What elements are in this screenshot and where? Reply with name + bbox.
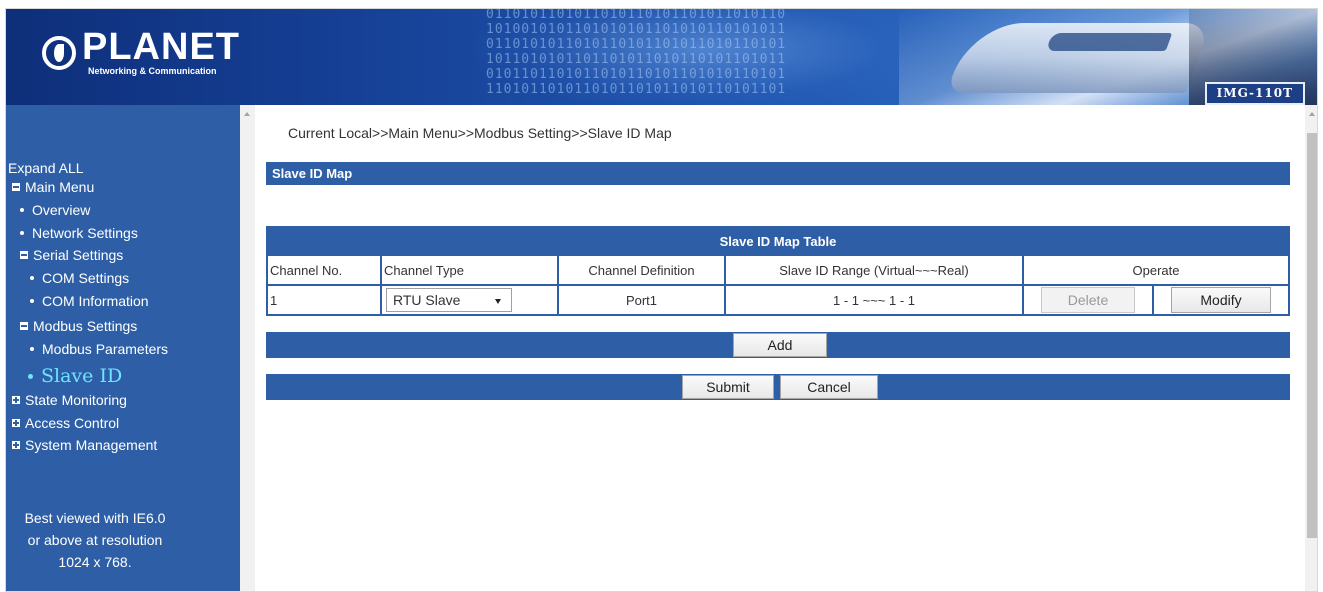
sidebar-item-main-menu[interactable]: Main Menu xyxy=(12,177,94,197)
expand-icon xyxy=(12,441,20,450)
planet-logo: PLANET Networking & Communication xyxy=(42,23,240,83)
browser-note-line: Best viewed with IE6.0 xyxy=(24,510,166,526)
sidebar-item-access-control[interactable]: Access Control xyxy=(12,413,119,433)
scroll-up-icon[interactable] xyxy=(1309,112,1315,116)
sidebar-item-serial-settings[interactable]: Serial Settings xyxy=(20,245,123,265)
logo-name: PLANET xyxy=(82,26,240,68)
browser-note-line: or above at resolution xyxy=(27,532,163,548)
sidebar-item-label: COM Settings xyxy=(42,270,130,286)
cell-slave-id-range: 1 - 1 ~~~ 1 - 1 xyxy=(724,284,1024,316)
sidebar-item-label: Network Settings xyxy=(32,225,138,241)
sidebar-item-network-settings[interactable]: Network Settings xyxy=(20,223,138,243)
expand-icon xyxy=(12,396,20,405)
modify-button[interactable]: Modify xyxy=(1171,287,1271,313)
sidebar-item-label: Main Menu xyxy=(25,179,95,195)
cancel-button[interactable]: Cancel xyxy=(780,375,878,399)
expand-icon xyxy=(12,419,20,428)
add-button[interactable]: Add xyxy=(733,333,827,357)
sidebar-item-label: Slave ID xyxy=(41,365,123,387)
sidebar-item-label: Modbus Parameters xyxy=(42,341,169,357)
cell-channel-type: RTU Slave xyxy=(380,284,559,316)
section-title: Slave ID Map xyxy=(272,166,353,181)
sidebar-item-label: Modbus Settings xyxy=(33,318,138,334)
scrollbar-thumb[interactable] xyxy=(1307,133,1317,538)
collapse-icon xyxy=(20,251,28,260)
table-header-row: Channel No. Channel Type Channel Definit… xyxy=(266,254,1290,286)
sidebar-item-label: COM Information xyxy=(42,293,149,309)
header-binary-pattern: 0110101101011010110101101011010110 10100… xyxy=(486,9,787,97)
scroll-up-icon[interactable] xyxy=(244,112,250,116)
expand-all-label: Expand ALL xyxy=(8,160,84,176)
delete-button[interactable]: Delete xyxy=(1041,287,1135,313)
bullet-icon xyxy=(28,373,33,379)
header-channel-definition: Channel Definition xyxy=(557,254,726,286)
left-scrollbar[interactable] xyxy=(240,105,255,591)
sidebar-item-label: System Management xyxy=(25,437,158,453)
cell-channel-no: 1 xyxy=(266,284,382,316)
bullet-icon xyxy=(30,347,34,352)
section-title-bar: Slave ID Map xyxy=(266,162,1290,185)
content-frame: Current Local>>Main Menu>>Modbus Setting… xyxy=(240,105,1317,591)
submit-button[interactable]: Submit xyxy=(682,375,774,399)
browser-note: Best viewed with IE6.0 or above at resol… xyxy=(10,507,180,573)
model-badge: IMG-110T xyxy=(1204,82,1305,105)
header-banner: 0110101101011010110101101011010110 10100… xyxy=(6,9,1317,105)
sidebar-item-system-management[interactable]: System Management xyxy=(12,435,157,455)
sidebar-item-com-settings[interactable]: COM Settings xyxy=(30,268,129,288)
sidebar-item-com-information[interactable]: COM Information xyxy=(30,291,149,311)
channel-type-select[interactable]: RTU Slave xyxy=(386,288,512,312)
expand-all-link[interactable]: Expand ALL xyxy=(8,158,84,178)
sidebar-item-modbus-parameters[interactable]: Modbus Parameters xyxy=(30,339,168,359)
slave-id-map-table: Slave ID Map Table Channel No. Channel T… xyxy=(266,226,1290,316)
logo-subtitle: Networking & Communication xyxy=(88,66,217,76)
planet-logo-icon xyxy=(42,36,76,70)
header-channel-no: Channel No. xyxy=(266,254,382,286)
header-operate: Operate xyxy=(1022,254,1290,286)
header-slave-id-range: Slave ID Range (Virtual~~~Real) xyxy=(724,254,1024,286)
sidebar-item-label: State Monitoring xyxy=(25,392,127,408)
sidebar-item-label: Serial Settings xyxy=(33,247,124,263)
bullet-icon xyxy=(30,299,34,304)
sidebar-item-state-monitoring[interactable]: State Monitoring xyxy=(12,390,127,410)
sidebar-item-label: Access Control xyxy=(25,415,120,431)
browser-note-line: 1024 x 768. xyxy=(58,554,132,570)
planet-logo-text: PLANET Networking & Communication xyxy=(82,26,240,77)
sidebar: Expand ALL Main Menu Overview Network Se… xyxy=(6,105,240,591)
table-row: 1 RTU Slave Port1 1 - 1 ~~~ 1 - 1 Delete… xyxy=(266,284,1290,316)
header-channel-type: Channel Type xyxy=(380,254,559,286)
collapse-icon xyxy=(12,183,20,192)
bullet-icon xyxy=(20,231,24,236)
submit-bar: Submit Cancel xyxy=(266,374,1290,400)
sidebar-item-overview[interactable]: Overview xyxy=(20,200,90,220)
sidebar-item-slave-id[interactable]: Slave ID xyxy=(28,364,122,388)
collapse-icon xyxy=(20,322,28,331)
browser-page: 0110101101011010110101101011010110 10100… xyxy=(5,8,1318,592)
cell-channel-definition: Port1 xyxy=(557,284,726,316)
sidebar-item-label: Overview xyxy=(32,202,91,218)
bullet-icon xyxy=(20,208,24,213)
train-window-graphic xyxy=(1045,33,1173,51)
breadcrumb: Current Local>>Main Menu>>Modbus Setting… xyxy=(288,125,672,141)
chevron-down-icon xyxy=(495,299,501,304)
add-bar: Add xyxy=(266,332,1290,358)
right-scrollbar[interactable] xyxy=(1305,105,1317,591)
cell-delete: Delete xyxy=(1022,284,1154,316)
table-title: Slave ID Map Table xyxy=(266,226,1290,256)
sidebar-item-modbus-settings[interactable]: Modbus Settings xyxy=(20,316,137,336)
bullet-icon xyxy=(30,276,34,281)
cell-modify: Modify xyxy=(1152,284,1290,316)
channel-type-value: RTU Slave xyxy=(393,292,461,308)
